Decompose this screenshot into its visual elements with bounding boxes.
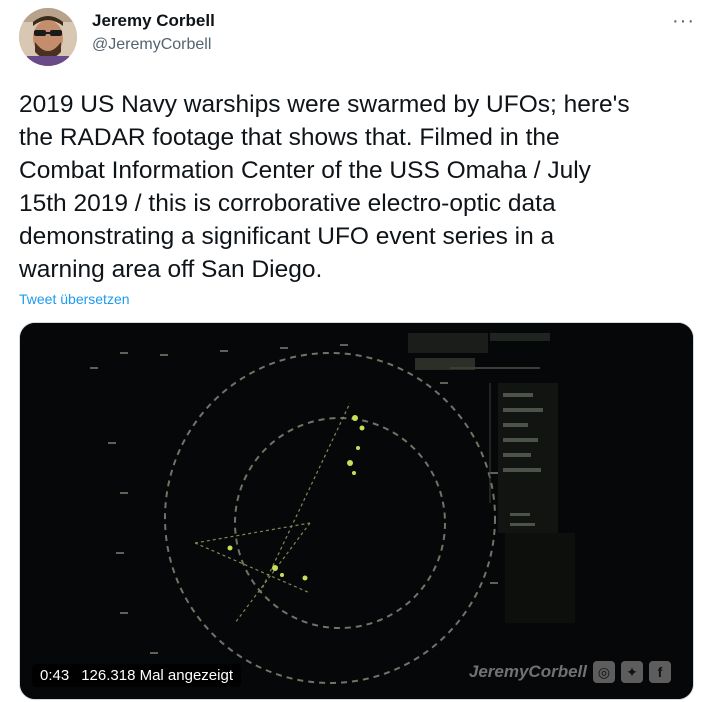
radar-video-frame [20, 323, 693, 699]
author-handle[interactable]: @JeremyCorbell [92, 36, 211, 54]
avatar-image [19, 8, 77, 66]
video-info-badge: 0:43 126.318 Mal angezeigt [32, 664, 241, 687]
author-name[interactable]: Jeremy Corbell [92, 11, 215, 31]
view-count: 126.318 Mal angezeigt [81, 667, 233, 684]
translate-link[interactable]: Tweet übersetzen [19, 291, 130, 307]
instagram-icon: ◎ [593, 661, 615, 683]
avatar[interactable] [19, 8, 77, 66]
tweet-text: 2019 US Navy warships were swarmed by UF… [19, 91, 630, 283]
video-watermark: JeremyCorbell ◎ ✦ f [469, 661, 671, 683]
more-dots-icon[interactable]: ··· [672, 10, 695, 33]
watermark-text: JeremyCorbell [468, 662, 587, 681]
video-player[interactable]: 0:43 126.318 Mal angezeigt JeremyCorbell… [19, 322, 694, 700]
video-duration: 0:43 [40, 667, 70, 684]
twitter-icon: ✦ [621, 661, 643, 683]
facebook-icon: f [649, 661, 671, 683]
